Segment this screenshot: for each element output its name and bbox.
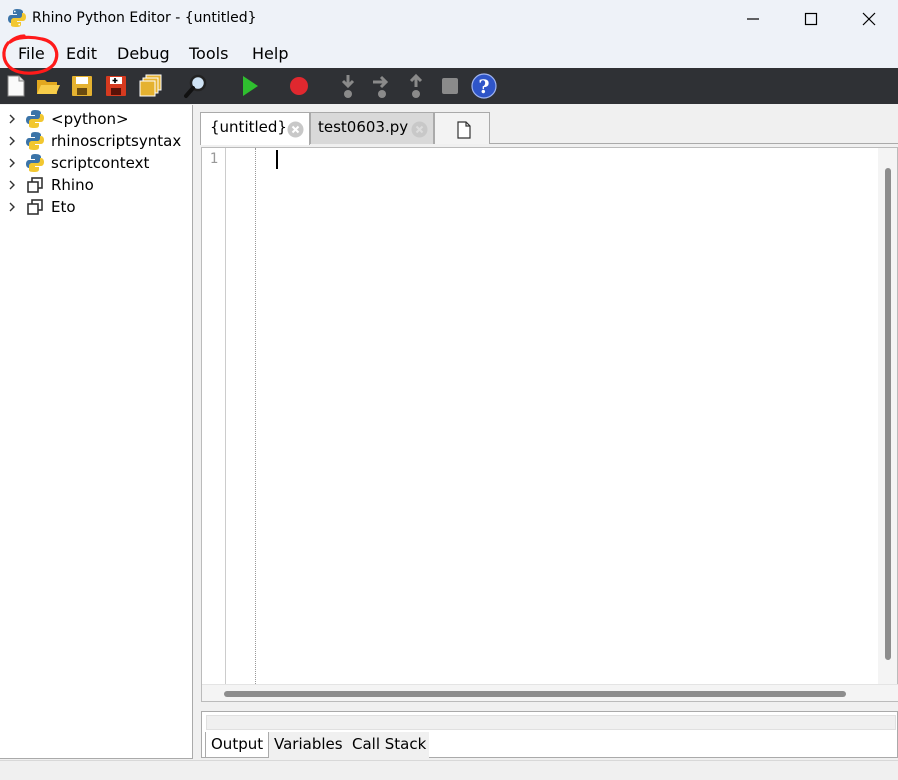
save-icon (72, 76, 92, 96)
object-tree-panel: <python> rhinoscriptsyntax scriptcontext… (0, 105, 193, 759)
save-all-button[interactable] (135, 71, 165, 101)
step-into-icon (341, 75, 355, 98)
title-bar: Rhino Python Editor - {untitled} (0, 0, 898, 38)
new-document-icon (457, 121, 471, 139)
chevron-right-icon (9, 158, 15, 168)
menu-debug[interactable]: Debug (117, 44, 170, 63)
output-pane (206, 715, 896, 730)
close-tab-icon[interactable] (287, 121, 304, 138)
tab-output[interactable]: Output (205, 732, 269, 758)
tree-item-rhinoscriptsyntax[interactable]: rhinoscriptsyntax (0, 130, 190, 152)
line-number-gutter: 1 (202, 148, 226, 684)
scrollbar-thumb[interactable] (885, 168, 891, 660)
chevron-right-icon (9, 202, 15, 212)
chevron-right-icon (9, 180, 15, 190)
python-icon (26, 154, 44, 172)
save-as-button[interactable] (101, 71, 131, 101)
minimize-icon (747, 18, 759, 20)
tab-label: {untitled} (210, 118, 287, 136)
tree-item-scriptcontext[interactable]: scriptcontext (0, 152, 190, 174)
open-folder-icon (37, 80, 60, 94)
close-icon (862, 12, 876, 26)
tree-item-label: rhinoscriptsyntax (51, 132, 182, 150)
tree-item-eto[interactable]: Eto (0, 196, 190, 218)
window-title: Rhino Python Editor - {untitled} (32, 10, 257, 26)
text-caret (276, 150, 278, 169)
tab-untitled[interactable]: {untitled} (200, 112, 310, 145)
tab-test0603[interactable]: test0603.py (310, 112, 434, 144)
python-icon (7, 8, 27, 28)
tab-label: test0603.py (318, 118, 409, 136)
new-file-icon (7, 75, 25, 97)
stop-icon (290, 77, 308, 95)
python-icon (26, 110, 44, 128)
toolbar: ? (0, 68, 898, 104)
find-button[interactable] (181, 71, 211, 101)
vertical-scrollbar[interactable] (878, 148, 897, 684)
new-tab-button[interactable] (434, 112, 490, 144)
chevron-right-icon (9, 114, 15, 124)
chevron-right-icon (9, 136, 15, 146)
menu-file[interactable]: File (18, 44, 45, 63)
new-file-button[interactable] (1, 71, 31, 101)
tree-item-label: Rhino (51, 176, 94, 194)
tree-item-label: Eto (51, 198, 76, 216)
horizontal-scrollbar[interactable] (202, 684, 898, 701)
close-button[interactable] (840, 0, 898, 38)
stop-button[interactable] (284, 71, 314, 101)
save-as-icon (106, 76, 126, 96)
tab-call-stack[interactable]: Call Stack (347, 732, 429, 758)
maximize-icon (804, 12, 818, 26)
step-over-button[interactable] (367, 71, 397, 101)
svg-text:?: ? (478, 76, 489, 98)
tree-item-python[interactable]: <python> (0, 108, 190, 130)
help-icon: ? (471, 73, 497, 99)
close-tab-icon[interactable] (411, 121, 428, 138)
help-button[interactable]: ? (469, 71, 499, 101)
output-panel: Output Variables Call Stack (201, 711, 898, 758)
run-icon (243, 76, 258, 96)
menu-help[interactable]: Help (252, 44, 288, 63)
pause-button[interactable] (435, 71, 465, 101)
tree-item-label: scriptcontext (51, 154, 150, 172)
namespace-icon (27, 177, 43, 193)
step-into-button[interactable] (333, 71, 363, 101)
minimize-button[interactable] (724, 0, 782, 38)
line-number: 1 (209, 151, 219, 167)
open-button[interactable] (33, 71, 63, 101)
python-icon (26, 132, 44, 150)
save-all-icon (139, 74, 162, 97)
tree-item-label: <python> (51, 110, 129, 128)
menu-edit[interactable]: Edit (66, 44, 97, 63)
step-out-button[interactable] (401, 71, 431, 101)
namespace-icon (27, 199, 43, 215)
editor-tabs: {untitled} test0603.py (200, 110, 898, 145)
menu-tools[interactable]: Tools (189, 44, 228, 63)
find-icon (184, 74, 207, 98)
scrollbar-thumb[interactable] (224, 691, 846, 697)
pause-icon (442, 78, 458, 94)
fold-margin (255, 148, 256, 684)
status-bar (0, 760, 898, 780)
step-over-icon (373, 75, 389, 98)
code-editor[interactable]: 1 (201, 147, 898, 702)
save-button[interactable] (67, 71, 97, 101)
run-button[interactable] (235, 71, 265, 101)
maximize-button[interactable] (782, 0, 840, 38)
tree-item-rhino[interactable]: Rhino (0, 174, 190, 196)
step-out-icon (409, 73, 423, 98)
menu-bar: File Edit Debug Tools Help (0, 38, 898, 68)
tab-variables[interactable]: Variables (269, 732, 347, 758)
